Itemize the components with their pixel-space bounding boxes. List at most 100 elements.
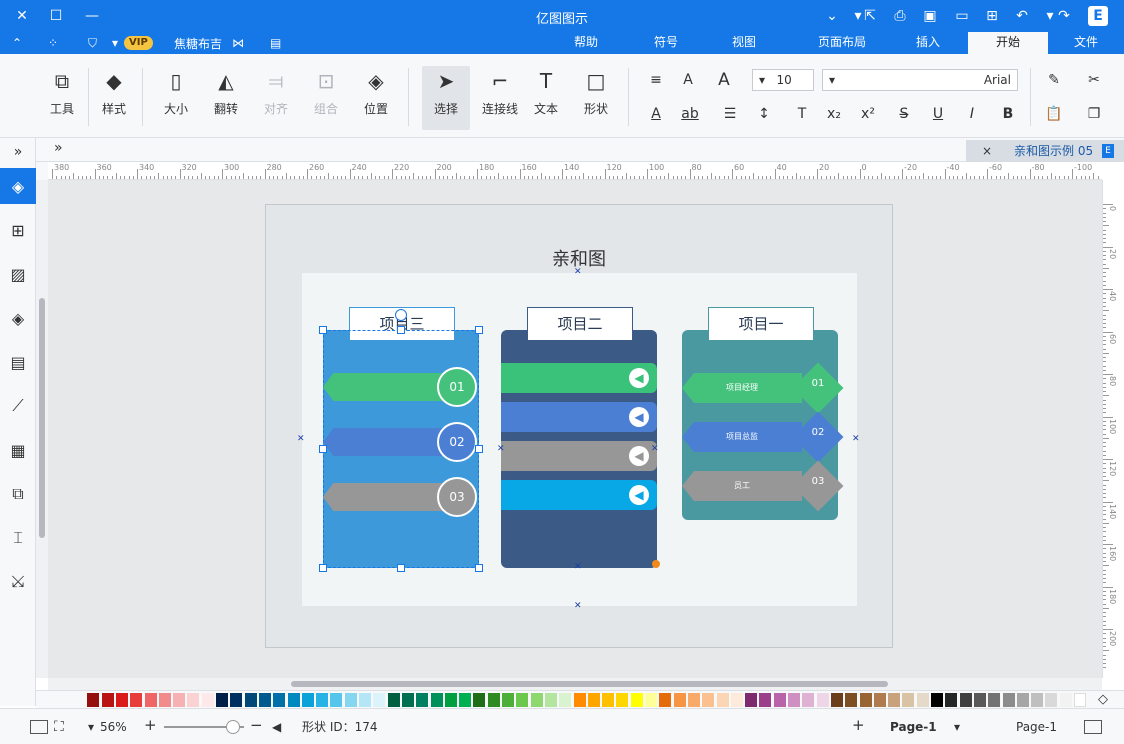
close-icon[interactable]: × bbox=[982, 140, 992, 162]
color-swatch[interactable] bbox=[87, 693, 100, 707]
page-dropdown-icon[interactable]: ▾ bbox=[954, 719, 960, 735]
vertical-scrollbar[interactable] bbox=[36, 180, 48, 678]
color-swatch[interactable] bbox=[988, 693, 1001, 707]
color-swatch[interactable] bbox=[816, 693, 829, 707]
color-swatch[interactable] bbox=[802, 693, 815, 707]
list-item[interactable]: 员工 bbox=[682, 471, 802, 501]
symbols-grid-icon[interactable]: ⊞ bbox=[0, 212, 36, 248]
list-item[interactable]: 项目总监 bbox=[682, 422, 802, 452]
color-swatch[interactable] bbox=[115, 693, 128, 707]
fit-width-icon[interactable] bbox=[30, 720, 48, 734]
color-swatch[interactable] bbox=[645, 693, 657, 707]
subscript-icon[interactable]: x₂ bbox=[824, 104, 844, 124]
minimize-icon[interactable]: — bbox=[82, 6, 102, 26]
color-swatch[interactable] bbox=[959, 693, 972, 707]
connection-point[interactable]: ✕ bbox=[297, 434, 305, 444]
zoom-level[interactable]: 56% bbox=[100, 719, 127, 735]
text-button[interactable]: T 文本 bbox=[526, 66, 566, 130]
color-swatch[interactable] bbox=[945, 693, 958, 707]
resize-handle[interactable] bbox=[319, 564, 327, 572]
color-swatch[interactable] bbox=[1045, 693, 1058, 707]
color-swatch[interactable] bbox=[659, 693, 672, 707]
color-swatch[interactable] bbox=[902, 693, 915, 707]
list-item[interactable] bbox=[323, 373, 453, 401]
color-swatch[interactable] bbox=[702, 693, 715, 707]
color-swatch[interactable] bbox=[859, 693, 872, 707]
play-icon[interactable]: ◀ bbox=[272, 719, 281, 735]
bullet-list-icon[interactable]: ☰ bbox=[720, 104, 740, 124]
color-swatch[interactable] bbox=[401, 693, 414, 707]
new-file-icon[interactable]: ⊞ bbox=[982, 6, 1002, 26]
vip-badge[interactable]: VIP bbox=[124, 34, 153, 52]
underline-icon[interactable]: U bbox=[928, 104, 948, 124]
resize-handle[interactable] bbox=[319, 326, 327, 334]
paste-icon[interactable]: 📋 bbox=[1044, 104, 1064, 124]
connection-point[interactable]: ✕ bbox=[852, 434, 860, 444]
resize-handle[interactable] bbox=[475, 445, 483, 453]
line-spacing-icon[interactable]: ↕ bbox=[754, 104, 774, 124]
arrow-left-icon[interactable]: ◀ bbox=[629, 407, 649, 427]
color-swatch[interactable] bbox=[359, 693, 371, 707]
color-swatch[interactable] bbox=[301, 693, 314, 707]
undo-icon[interactable]: ↶ bbox=[1012, 6, 1032, 26]
tab-help[interactable]: 帮助 bbox=[556, 32, 616, 54]
panel-header[interactable]: 项目一 bbox=[708, 307, 814, 341]
drawing-canvas[interactable]: 亲和图 项目三 01 02 03 项目二 ◀ ◀ ◀ ◀ 项目一 项目经理 01… bbox=[48, 180, 1102, 678]
panel-header[interactable]: 项目二 bbox=[527, 307, 633, 341]
document-tab[interactable]: × 亲和图示例 05 E bbox=[966, 140, 1124, 162]
color-swatch[interactable] bbox=[673, 693, 686, 707]
connection-point[interactable]: ✕ bbox=[574, 601, 582, 611]
font-name-select[interactable]: ▾ Arial bbox=[822, 69, 1018, 91]
increase-font-icon[interactable]: A bbox=[714, 70, 734, 90]
color-swatch[interactable] bbox=[173, 693, 186, 707]
color-swatch[interactable] bbox=[573, 693, 586, 707]
size-button[interactable]: ▯ 大小 bbox=[156, 66, 196, 130]
fullscreen-icon[interactable]: ⛶ bbox=[54, 719, 64, 735]
color-swatch[interactable] bbox=[344, 693, 357, 707]
list-item[interactable]: 项目经理 bbox=[682, 373, 802, 403]
text-style-icon[interactable]: T bbox=[792, 104, 812, 124]
color-swatch[interactable] bbox=[287, 693, 300, 707]
list-item[interactable] bbox=[323, 428, 453, 456]
open-folder-icon[interactable]: ▭ bbox=[952, 6, 972, 26]
tab-file[interactable]: 文件 bbox=[1062, 32, 1110, 54]
share-icon[interactable]: ⋈ bbox=[232, 34, 244, 52]
font-size-select[interactable]: ▾ 10 bbox=[752, 69, 814, 91]
color-swatch[interactable] bbox=[587, 693, 600, 707]
color-swatch[interactable] bbox=[1059, 693, 1072, 707]
color-swatch[interactable] bbox=[430, 693, 443, 707]
collapse-ribbon-icon[interactable]: ⌃ bbox=[12, 34, 22, 52]
color-swatch[interactable] bbox=[130, 693, 143, 707]
color-swatch[interactable] bbox=[244, 693, 257, 707]
rotate-handle[interactable] bbox=[395, 309, 407, 321]
color-swatch[interactable] bbox=[616, 693, 629, 707]
tools-button[interactable]: ⧉ 工具 bbox=[42, 66, 82, 130]
color-swatch[interactable] bbox=[201, 693, 214, 707]
page-icon[interactable]: ▤ bbox=[0, 344, 36, 380]
color-swatch[interactable] bbox=[559, 693, 572, 707]
connection-point[interactable] bbox=[652, 560, 660, 568]
decrease-font-icon[interactable]: A bbox=[678, 70, 698, 90]
tab-home[interactable]: 开始 bbox=[968, 32, 1048, 54]
arrow-left-icon[interactable]: ◀ bbox=[629, 485, 649, 505]
horizontal-scrollbar[interactable] bbox=[48, 678, 1102, 690]
color-swatch[interactable] bbox=[444, 693, 457, 707]
tab-symbols[interactable]: 符号 bbox=[636, 32, 696, 54]
flip-button[interactable]: ◭ 翻转 bbox=[206, 66, 246, 130]
align-button[interactable]: ⫤ 对齐 bbox=[256, 66, 296, 130]
color-swatch[interactable] bbox=[330, 693, 343, 707]
color-swatch[interactable] bbox=[888, 693, 901, 707]
strikethrough-icon[interactable]: S̶ bbox=[894, 104, 914, 124]
dropdown-icon[interactable]: ▾ bbox=[112, 34, 118, 52]
arrow-left-icon[interactable]: ◀ bbox=[629, 368, 649, 388]
save-icon[interactable]: ▣ bbox=[920, 6, 940, 26]
image-icon[interactable]: ▨ bbox=[0, 256, 36, 292]
close-icon[interactable]: ✕ bbox=[12, 6, 32, 26]
style-button[interactable]: ◆ 样式 bbox=[94, 66, 134, 130]
color-swatch[interactable] bbox=[873, 693, 886, 707]
color-swatch[interactable] bbox=[230, 693, 243, 707]
bold-icon[interactable]: B bbox=[998, 104, 1018, 124]
color-swatch[interactable] bbox=[716, 693, 729, 707]
color-swatch[interactable] bbox=[487, 693, 500, 707]
color-swatch[interactable] bbox=[1016, 693, 1029, 707]
